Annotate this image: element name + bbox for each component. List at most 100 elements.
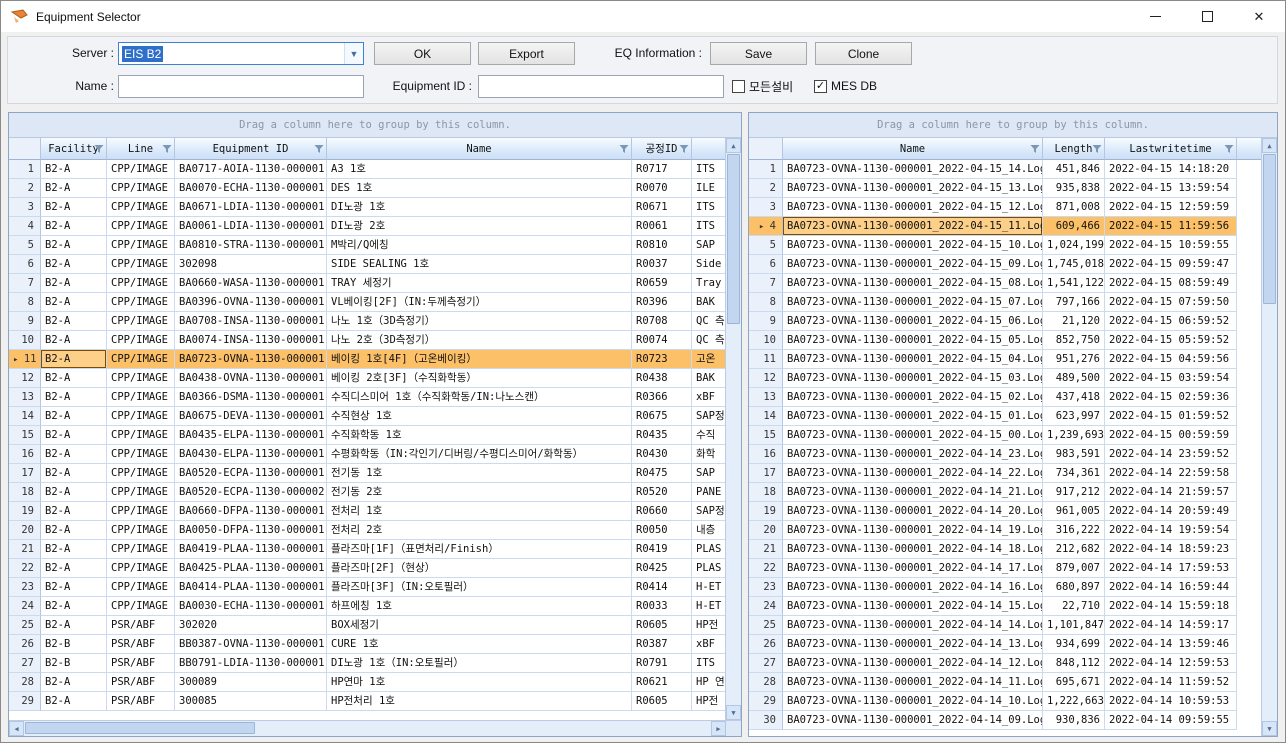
partial-column-cell[interactable]: Side	[692, 255, 725, 274]
row-number-cell[interactable]: 18	[749, 483, 783, 502]
row-number-cell[interactable]: 28	[749, 673, 783, 692]
log-name-cell[interactable]: BA0723-OVNA-1130-000001_2022-04-15_03.Lo…	[783, 369, 1043, 388]
partial-column-cell[interactable]: xBF	[692, 635, 725, 654]
table-row[interactable]: 26 B2-B PSR/ABF BB0387-OVNA-1130-000001 …	[9, 635, 725, 654]
line-cell[interactable]: CPP/IMAGE	[107, 521, 175, 540]
lastwritetime-cell[interactable]: 2022-04-14 23:59:52	[1105, 445, 1237, 464]
vertical-scrollbar[interactable]: ▲ ▼	[1261, 138, 1277, 736]
facility-cell[interactable]: B2-A	[41, 160, 107, 179]
row-number-cell[interactable]: 15	[9, 426, 41, 445]
log-name-cell[interactable]: BA0723-OVNA-1130-000001_2022-04-14_12.Lo…	[783, 654, 1043, 673]
line-cell[interactable]: PSR/ABF	[107, 616, 175, 635]
length-cell[interactable]: 1,101,847	[1043, 616, 1105, 635]
export-button[interactable]: Export	[478, 42, 575, 65]
equipment-id-cell[interactable]: BA0675-DEVA-1130-000001	[175, 407, 327, 426]
line-cell[interactable]: CPP/IMAGE	[107, 293, 175, 312]
partial-column-cell[interactable]: xBF	[692, 388, 725, 407]
name-cell[interactable]: DI노광 1호	[327, 198, 632, 217]
equipment-id-cell[interactable]: BA0708-INSA-1130-000001	[175, 312, 327, 331]
length-cell[interactable]: 935,838	[1043, 179, 1105, 198]
server-combobox[interactable]: EIS B2 ▼	[118, 42, 364, 65]
partial-column-cell[interactable]: 수직	[692, 426, 725, 445]
table-row[interactable]: 22 BA0723-OVNA-1130-000001_2022-04-14_17…	[749, 559, 1261, 578]
length-cell[interactable]: 489,500	[1043, 369, 1105, 388]
table-row[interactable]: 25 BA0723-OVNA-1130-000001_2022-04-14_14…	[749, 616, 1261, 635]
partial-column-cell[interactable]: PLAS	[692, 540, 725, 559]
line-cell[interactable]: CPP/IMAGE	[107, 369, 175, 388]
row-number-cell[interactable]: 11	[9, 350, 41, 369]
partial-column-cell[interactable]: SAP	[692, 236, 725, 255]
log-name-cell[interactable]: BA0723-OVNA-1130-000001_2022-04-15_02.Lo…	[783, 388, 1043, 407]
line-cell[interactable]: CPP/IMAGE	[107, 198, 175, 217]
lastwritetime-cell[interactable]: 2022-04-15 05:59:52	[1105, 331, 1237, 350]
facility-cell[interactable]: B2-A	[41, 236, 107, 255]
facility-cell[interactable]: B2-A	[41, 331, 107, 350]
row-number-cell[interactable]: 13	[749, 388, 783, 407]
save-button[interactable]: Save	[710, 42, 807, 65]
facility-cell[interactable]: B2-A	[41, 521, 107, 540]
table-row[interactable]: 29 B2-A PSR/ABF 300085 HP전처리 1호 R0605 HP…	[9, 692, 725, 711]
process-id-cell[interactable]: R0810	[632, 236, 692, 255]
lastwritetime-cell[interactable]: 2022-04-14 17:59:53	[1105, 559, 1237, 578]
log-name-cell[interactable]: BA0723-OVNA-1130-000001_2022-04-15_08.Lo…	[783, 274, 1043, 293]
line-cell[interactable]: CPP/IMAGE	[107, 578, 175, 597]
row-number-cell[interactable]: 12	[749, 369, 783, 388]
length-cell[interactable]: 21,120	[1043, 312, 1105, 331]
equipment-id-cell[interactable]: BA0430-ELPA-1130-000001	[175, 445, 327, 464]
line-cell[interactable]: CPP/IMAGE	[107, 312, 175, 331]
chevron-down-icon[interactable]: ▼	[344, 43, 363, 64]
log-name-cell[interactable]: BA0723-OVNA-1130-000001_2022-04-14_17.Lo…	[783, 559, 1043, 578]
log-name-cell[interactable]: BA0723-OVNA-1130-000001_2022-04-14_11.Lo…	[783, 673, 1043, 692]
line-cell[interactable]: CPP/IMAGE	[107, 426, 175, 445]
partial-column-cell[interactable]: H-ET	[692, 597, 725, 616]
length-cell[interactable]: 734,361	[1043, 464, 1105, 483]
row-number-cell[interactable]: 20	[9, 521, 41, 540]
length-cell[interactable]: 1,024,199	[1043, 236, 1105, 255]
log-name-cell[interactable]: BA0723-OVNA-1130-000001_2022-04-14_19.Lo…	[783, 521, 1043, 540]
table-row[interactable]: 7 B2-A CPP/IMAGE BA0660-WASA-1130-000001…	[9, 274, 725, 293]
length-cell[interactable]: 951,276	[1043, 350, 1105, 369]
filter-icon[interactable]	[1030, 144, 1040, 154]
filter-icon[interactable]	[1224, 144, 1234, 154]
length-cell[interactable]: 212,682	[1043, 540, 1105, 559]
partial-column-cell[interactable]: BAK	[692, 369, 725, 388]
table-row[interactable]: 2 BA0723-OVNA-1130-000001_2022-04-15_13.…	[749, 179, 1261, 198]
scroll-up-icon[interactable]: ▲	[726, 138, 741, 153]
line-cell[interactable]: CPP/IMAGE	[107, 236, 175, 255]
length-cell[interactable]: 316,222	[1043, 521, 1105, 540]
row-number-cell[interactable]: 11	[749, 350, 783, 369]
facility-cell[interactable]: B2-A	[41, 179, 107, 198]
facility-cell[interactable]: B2-A	[41, 293, 107, 312]
partial-column-cell[interactable]: HP 연	[692, 673, 725, 692]
log-name-cell[interactable]: BA0723-OVNA-1130-000001_2022-04-14_13.Lo…	[783, 635, 1043, 654]
row-number-cell[interactable]: 5	[749, 236, 783, 255]
log-name-cell[interactable]: BA0723-OVNA-1130-000001_2022-04-15_00.Lo…	[783, 426, 1043, 445]
row-number-cell[interactable]: 27	[9, 654, 41, 673]
line-cell[interactable]: PSR/ABF	[107, 635, 175, 654]
line-cell[interactable]: CPP/IMAGE	[107, 217, 175, 236]
length-cell[interactable]: 961,005	[1043, 502, 1105, 521]
row-number-cell[interactable]: 7	[9, 274, 41, 293]
table-row[interactable]: 16 B2-A CPP/IMAGE BA0430-ELPA-1130-00000…	[9, 445, 725, 464]
table-row[interactable]: 24 B2-A CPP/IMAGE BA0030-ECHA-1130-00000…	[9, 597, 725, 616]
facility-cell[interactable]: B2-A	[41, 464, 107, 483]
close-button[interactable]: ✕	[1233, 1, 1285, 32]
log-name-cell[interactable]: BA0723-OVNA-1130-000001_2022-04-14_20.Lo…	[783, 502, 1043, 521]
process-id-cell[interactable]: R0660	[632, 502, 692, 521]
row-number-cell[interactable]: 22	[749, 559, 783, 578]
process-id-cell[interactable]: R0425	[632, 559, 692, 578]
name-cell[interactable]: 베이킹 2호[3F]（수직화학동）	[327, 369, 632, 388]
column-header-name[interactable]: Name	[327, 138, 632, 160]
name-cell[interactable]: 수평화학동（IN:각인기/디버링/수평디스미어/화학동）	[327, 445, 632, 464]
lastwritetime-cell[interactable]: 2022-04-14 18:59:23	[1105, 540, 1237, 559]
column-header-line[interactable]: Line	[107, 138, 175, 160]
equipment-id-cell[interactable]: BB0791-LDIA-1130-000001	[175, 654, 327, 673]
process-id-cell[interactable]: R0438	[632, 369, 692, 388]
lastwritetime-cell[interactable]: 2022-04-14 15:59:18	[1105, 597, 1237, 616]
length-cell[interactable]: 680,897	[1043, 578, 1105, 597]
row-number-cell[interactable]: 3	[749, 198, 783, 217]
table-row[interactable]: 13 BA0723-OVNA-1130-000001_2022-04-15_02…	[749, 388, 1261, 407]
partial-column-cell[interactable]: SAP	[692, 464, 725, 483]
row-number-cell[interactable]: 4	[9, 217, 41, 236]
equipment-id-cell[interactable]: BA0070-ECHA-1130-000001	[175, 179, 327, 198]
